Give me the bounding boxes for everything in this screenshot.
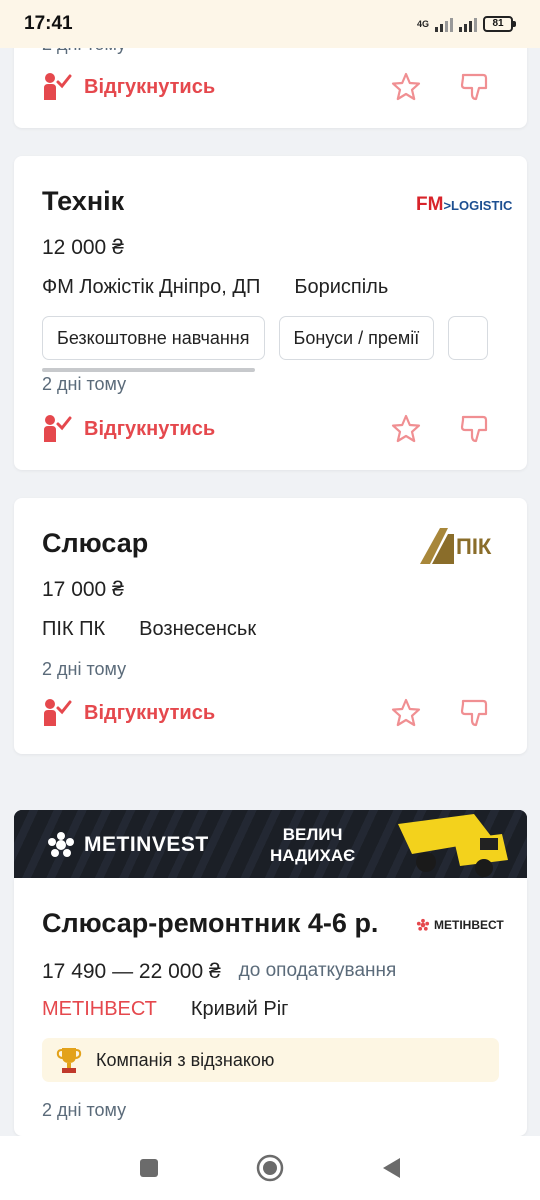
apply-person-icon (44, 415, 72, 442)
company-name[interactable]: ФМ Ложістік Дніпро, ДП (42, 276, 260, 299)
salary: 17 000 ₴ (42, 578, 124, 601)
city: Вознесенськ (139, 618, 257, 640)
card-actions: Відгукнутись (42, 412, 499, 446)
company-logo: МЕТІНВЕСТ (416, 918, 504, 932)
company-location: ПІК ПК Вознесенськ (42, 618, 256, 641)
company-banner[interactable]: METINVEST ВЕЛИЧ НАДИХАЄ (14, 810, 527, 878)
salary: 17 490 — 22 000 ₴ (42, 960, 221, 983)
dislike-icon[interactable] (459, 72, 489, 102)
logo-text-fm: FM (416, 194, 444, 215)
tags-row[interactable]: Безкоштовне навчання Бонуси / премії (42, 316, 499, 360)
action-icons (391, 698, 489, 728)
metinvest-star-icon (48, 832, 74, 857)
vacancy-card[interactable]: Слюсар-ремонтник 4-6 р. МЕТІНВЕСТ 17 490… (14, 878, 527, 1136)
tag: Бонуси / премії (278, 316, 435, 360)
network-type: 4G (416, 19, 429, 29)
vacancy-card[interactable]: Технік FM >LOGISTIC 12 000 ₴ ФМ Ложістік… (14, 156, 527, 470)
dump-truck-image (398, 814, 508, 877)
banner-slogan-line1: ВЕЛИЧ (282, 825, 343, 844)
time-ago: 2 дні тому (42, 659, 127, 679)
logo-text: МЕТІНВЕСТ (434, 918, 504, 932)
award-badge: Компанія з відзнакою (42, 1038, 499, 1082)
back-icon[interactable] (380, 1156, 402, 1180)
time-ago: 2 дні тому (42, 374, 127, 394)
status-bar: 17:41 4G 81 (0, 0, 540, 48)
job-title[interactable]: Технік (42, 186, 124, 217)
company-name[interactable]: МЕТІНВЕСТ (42, 998, 157, 1021)
job-title[interactable]: Слюсар-ремонтник 4-6 р. (42, 908, 378, 939)
action-icons (391, 72, 489, 102)
tags-scroll-indicator (42, 368, 255, 372)
dislike-icon[interactable] (459, 698, 489, 728)
tag: Безкоштовне навчання (42, 316, 265, 360)
logo-text-logistic: >LOGISTIC (443, 198, 513, 213)
company-location: ФМ Ложістік Дніпро, ДП Бориспіль (42, 276, 388, 299)
apply-label: Відгукнутись (84, 417, 216, 440)
apply-person-icon (44, 73, 72, 100)
city: Бориспіль (294, 276, 389, 298)
star-icon[interactable] (391, 72, 421, 102)
tag-partial (448, 316, 489, 360)
banner-slogan-line2: НАДИХАЄ (270, 846, 356, 865)
company-logo: ПІК (418, 524, 498, 573)
dislike-icon[interactable] (459, 414, 489, 444)
banner-logo: METINVEST (46, 830, 209, 860)
recent-apps-icon[interactable] (138, 1157, 160, 1179)
apply-label: Відгукнутись (84, 701, 216, 724)
battery-level: 81 (483, 16, 513, 32)
star-icon[interactable] (391, 698, 421, 728)
city: Кривий Ріг (190, 998, 289, 1020)
apply-button[interactable]: Відгукнутись (42, 414, 215, 444)
apply-label: Відгукнутись (84, 75, 216, 98)
signal-icon-2 (459, 16, 477, 32)
salary-line: 17 490 — 22 000 ₴ до оподаткування (42, 960, 396, 984)
salary-note: до оподаткування (238, 960, 397, 981)
company-location: МЕТІНВЕСТ Кривий Ріг (42, 998, 288, 1021)
card-actions: Відгукнутись (42, 696, 499, 730)
company-name[interactable]: ПІК ПК (42, 618, 105, 641)
banner-brand: METINVEST (84, 833, 209, 856)
apply-button[interactable]: Відгукнутись (42, 72, 215, 102)
apply-button[interactable]: Відгукнутись (42, 698, 215, 728)
banner-slogan: ВЕЛИЧ НАДИХАЄ (270, 824, 355, 866)
battery-icon: 81 (483, 16, 516, 32)
system-nav-bar (0, 1136, 540, 1200)
metinvest-logo-icon (416, 918, 430, 931)
status-icons: 4G 81 (417, 16, 516, 32)
job-title[interactable]: Слюсар (42, 528, 148, 559)
card-actions: Відгукнутись (42, 70, 499, 104)
logo-text: ПІК (456, 534, 492, 559)
trophy-icon (56, 1048, 82, 1073)
home-icon[interactable] (256, 1154, 284, 1182)
vacancy-card[interactable]: Слюсар ПІК 17 000 ₴ ПІК ПК Вознесенськ 2… (14, 498, 527, 754)
apply-person-icon (44, 699, 72, 726)
award-text: Компанія з відзнакою (96, 1049, 275, 1070)
time-ago: 2 дні тому (42, 1100, 127, 1120)
status-time: 17:41 (24, 13, 73, 34)
star-icon[interactable] (391, 414, 421, 444)
signal-icon (435, 16, 453, 32)
salary: 12 000 ₴ (42, 236, 124, 259)
company-logo: FM >LOGISTIC (416, 194, 512, 216)
action-icons (391, 414, 489, 444)
